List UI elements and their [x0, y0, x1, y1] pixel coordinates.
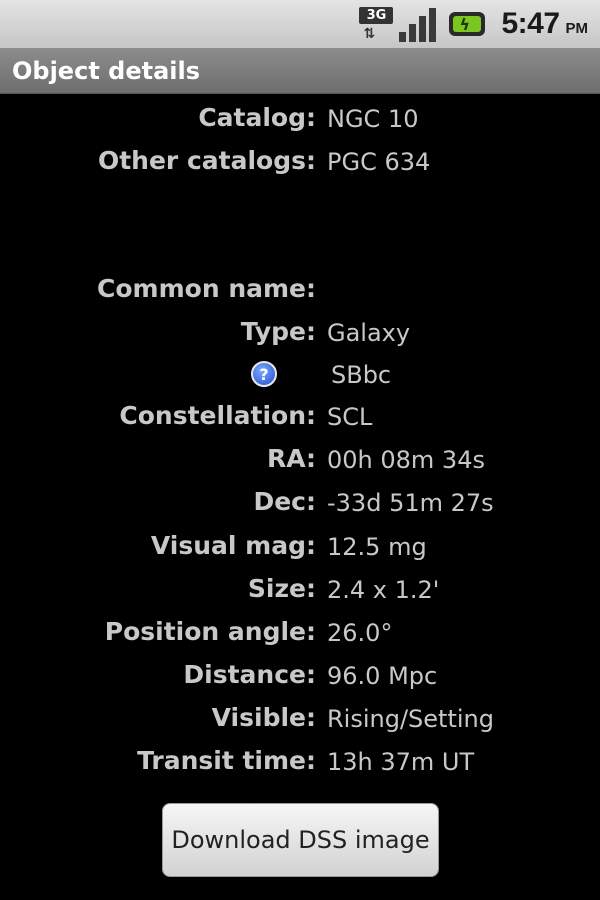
- detail-value: SBbc: [331, 361, 392, 389]
- detail-value: 2.4 x 1.2': [327, 576, 440, 604]
- detail-value: 12.5 mg: [327, 533, 427, 561]
- detail-row-ra: RA: 00h 08m 34s: [0, 444, 600, 480]
- detail-label: Distance:: [183, 660, 316, 689]
- detail-label: Constellation:: [119, 401, 316, 430]
- clock-time: 5:47: [501, 7, 560, 40]
- detail-value: NGC 10: [327, 105, 419, 133]
- detail-row-size: Size: 2.4 x 1.2': [0, 574, 600, 610]
- data-activity-icon: ⇅: [363, 26, 375, 42]
- clock-ampm: PM: [565, 19, 589, 37]
- detail-label: Transit time:: [137, 746, 316, 775]
- detail-value: 13h 37m UT: [327, 748, 475, 776]
- detail-label: Other catalogs:: [97, 146, 316, 175]
- detail-row-catalog: Catalog: NGC 10: [0, 103, 600, 139]
- detail-label: Visible:: [211, 703, 316, 732]
- title-bar: Object details: [0, 48, 600, 94]
- detail-label: Size:: [247, 574, 316, 603]
- detail-value: 26.0°: [327, 619, 393, 647]
- network-3g-icon: 3G ⇅: [359, 7, 394, 42]
- detail-row-visible: Visible: Rising/Setting: [0, 703, 600, 739]
- detail-label: Catalog:: [198, 103, 316, 132]
- detail-label: Common name:: [97, 274, 316, 303]
- detail-row-transit-time: Transit time: 13h 37m UT: [0, 746, 600, 782]
- signal-strength-icon: [399, 6, 439, 42]
- status-bar: 3G ⇅ ϟ 5:47 PM: [0, 0, 600, 48]
- detail-value: 00h 08m 34s: [327, 446, 485, 474]
- signal-bar: [409, 24, 417, 42]
- detail-value: -33d 51m 27s: [327, 489, 494, 517]
- detail-row-other-catalogs: Other catalogs: PGC 634: [0, 146, 600, 182]
- help-icon[interactable]: ?: [251, 361, 277, 387]
- detail-row-common-name: Common name:: [0, 274, 600, 310]
- signal-bar: [419, 16, 427, 42]
- detail-row-type: Type: Galaxy: [0, 317, 600, 353]
- download-dss-image-button[interactable]: Download DSS image: [162, 803, 439, 877]
- detail-value: SCL: [327, 403, 373, 431]
- detail-row-position-angle: Position angle: 26.0°: [0, 617, 600, 653]
- battery-charging-icon: ϟ: [449, 9, 487, 39]
- detail-label: Visual mag:: [150, 531, 316, 560]
- detail-value: Galaxy: [327, 319, 411, 347]
- detail-label: Position angle:: [104, 617, 316, 646]
- detail-row-subtype: ? SBbc: [0, 359, 600, 395]
- signal-bar: [399, 32, 407, 42]
- detail-value: 96.0 Mpc: [327, 662, 438, 690]
- detail-value: PGC 634: [327, 148, 431, 176]
- detail-row-visual-mag: Visual mag: 12.5 mg: [0, 531, 600, 567]
- detail-row-distance: Distance: 96.0 Mpc: [0, 660, 600, 696]
- page-title: Object details: [12, 56, 201, 85]
- detail-label: Type:: [240, 317, 316, 346]
- detail-label: Dec:: [253, 487, 316, 516]
- detail-row-constellation: Constellation: SCL: [0, 401, 600, 437]
- signal-bar: [429, 8, 437, 42]
- detail-value: Rising/Setting: [327, 705, 494, 733]
- detail-label: RA:: [266, 444, 316, 473]
- detail-row-dec: Dec: -33d 51m 27s: [0, 487, 600, 523]
- network-type-label: 3G: [359, 7, 394, 24]
